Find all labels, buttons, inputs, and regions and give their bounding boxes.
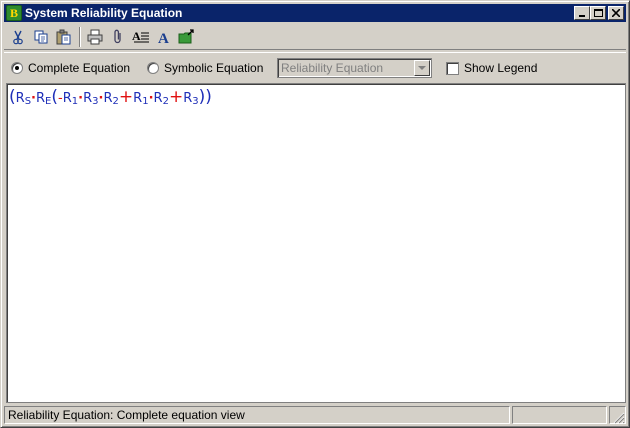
- show-legend-option[interactable]: Show Legend: [446, 61, 537, 75]
- text-format-icon: A: [132, 29, 149, 43]
- equation-type-select[interactable]: Reliability Equation: [277, 58, 432, 78]
- equation-term-rs: RS: [15, 91, 32, 107]
- reliability-equation-window: B System Reliability Equation A A Comple…: [0, 0, 630, 428]
- font-icon: A: [158, 31, 169, 45]
- font-button[interactable]: A: [153, 26, 175, 48]
- chevron-down-icon: [418, 66, 426, 70]
- minimize-icon: [579, 15, 585, 17]
- equation-open-paren: (: [9, 87, 16, 107]
- print-icon: [87, 29, 103, 44]
- equation-term-r3: R3: [83, 91, 99, 107]
- equation-display[interactable]: (RS·RE(-R1·R3·R2+R1·R2+R3)): [9, 87, 212, 107]
- paste-button[interactable]: [53, 26, 75, 48]
- window-title: System Reliability Equation: [25, 6, 183, 20]
- copy-icon: [34, 30, 48, 43]
- print-button[interactable]: [84, 26, 106, 48]
- equation-term-r1: R1: [62, 91, 79, 107]
- export-icon: [178, 28, 194, 43]
- equation-plus-sign: +: [118, 87, 134, 107]
- cut-button[interactable]: [7, 26, 29, 48]
- cut-icon: [13, 30, 23, 44]
- status-text: Reliability Equation: Complete equation …: [4, 406, 510, 424]
- complete-equation-label: Complete Equation: [28, 61, 131, 75]
- complete-equation-radio[interactable]: [11, 62, 23, 74]
- equation-term-r2: R2: [103, 91, 119, 107]
- complete-equation-option[interactable]: Complete Equation: [11, 61, 130, 75]
- equation-term-r3: R3: [183, 91, 199, 107]
- maximize-button[interactable]: [590, 6, 606, 20]
- attach-icon: [114, 29, 121, 43]
- symbolic-equation-option[interactable]: Symbolic Equation: [147, 61, 263, 75]
- close-icon: [612, 9, 620, 17]
- radio-selected-indicator: [15, 66, 19, 70]
- equation-term-r1: R1: [133, 91, 149, 107]
- status-panel-2: [512, 406, 607, 424]
- maximize-icon: [593, 9, 603, 17]
- app-logo-icon[interactable]: B: [6, 5, 22, 21]
- show-legend-checkbox[interactable]: [446, 61, 459, 75]
- toolbar: A A: [4, 24, 626, 50]
- symbolic-equation-label: Symbolic Equation: [164, 61, 264, 75]
- attach-button[interactable]: [107, 26, 129, 48]
- equation-close-paren: ): [205, 87, 212, 107]
- copy-button[interactable]: [30, 26, 52, 48]
- resize-grip-icon[interactable]: [613, 412, 625, 424]
- equation-plus-sign: +: [168, 87, 184, 107]
- equation-term-r2: R2: [153, 91, 169, 107]
- svg-text:A: A: [158, 31, 169, 45]
- svg-text:A: A: [132, 29, 141, 43]
- equation-term-re: RE: [36, 91, 52, 107]
- close-button[interactable]: [608, 6, 624, 20]
- equation-view[interactable]: (RS·RE(-R1·R3·R2+R1·R2+R3)): [6, 83, 626, 403]
- text-format-button[interactable]: A: [130, 26, 152, 48]
- status-bar: Reliability Equation: Complete equation …: [4, 405, 626, 425]
- title-bar[interactable]: B System Reliability Equation: [4, 4, 626, 22]
- show-legend-label: Show Legend: [464, 61, 538, 75]
- view-options-bar: Complete Equation Symbolic Equation Reli…: [4, 52, 626, 82]
- toolbar-separator: [79, 26, 81, 47]
- equation-type-value: Reliability Equation: [281, 61, 384, 75]
- dropdown-button[interactable]: [414, 60, 430, 76]
- export-button[interactable]: [176, 26, 198, 48]
- symbolic-equation-radio[interactable]: [147, 62, 159, 74]
- minimize-button[interactable]: [574, 6, 590, 20]
- paste-icon: [56, 29, 71, 44]
